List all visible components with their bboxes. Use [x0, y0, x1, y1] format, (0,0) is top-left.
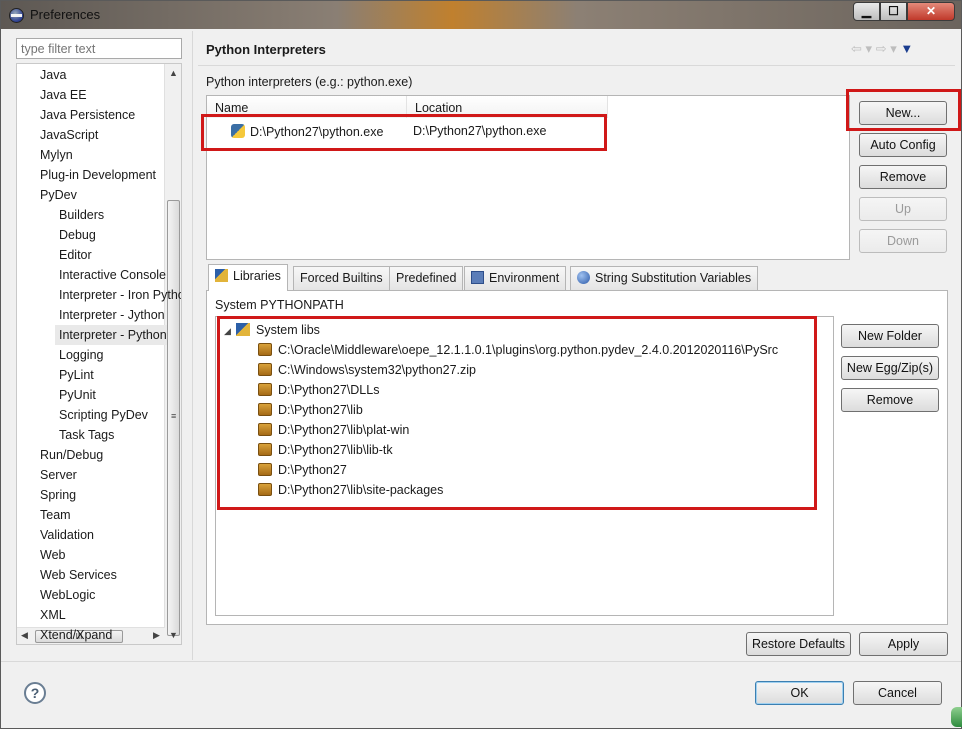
environment-icon: [471, 271, 484, 284]
title-bar[interactable]: Preferences ▁ ☐ ✕: [1, 1, 961, 29]
tree-item[interactable]: WebLogic: [36, 585, 95, 605]
tree-item[interactable]: PyDev: [36, 185, 77, 205]
help-icon[interactable]: ?: [24, 682, 46, 704]
apply-button[interactable]: Apply: [859, 632, 948, 656]
nav-toolbar: ⇦ ▾ ⇨ ▾ ▼: [851, 41, 913, 57]
tree-item[interactable]: PyUnit: [55, 385, 96, 405]
tree-item[interactable]: PyLint: [55, 365, 94, 385]
down-button[interactable]: Down: [859, 229, 947, 253]
tree-item[interactable]: Team: [36, 505, 71, 525]
back-arrow-icon[interactable]: ⇦: [851, 41, 862, 56]
variables-icon: [577, 271, 590, 284]
interpreters-label: Python interpreters (e.g.: python.exe): [206, 75, 413, 89]
tree-item[interactable]: Builders: [55, 205, 104, 225]
remove-interpreter-button[interactable]: Remove: [859, 165, 947, 189]
tree-item[interactable]: Task Tags: [55, 425, 114, 445]
scroll-down-icon[interactable]: ▼: [169, 630, 178, 640]
tree-item[interactable]: Scripting PyDev: [55, 405, 148, 425]
forward-menu-icon[interactable]: ▾: [890, 41, 897, 56]
pane-divider[interactable]: [192, 31, 193, 660]
forward-arrow-icon[interactable]: ⇨: [876, 41, 887, 56]
highlight-system-libs: [217, 316, 817, 510]
tree-item[interactable]: Java: [36, 65, 66, 85]
scroll-left-icon[interactable]: ◀: [21, 630, 28, 641]
ok-button[interactable]: OK: [755, 681, 844, 705]
tree-item[interactable]: Spring: [36, 485, 76, 505]
preferences-window: Preferences ▁ ☐ ✕ ▲ ≡ ▼ ◀ III ▶ JavaJava…: [0, 0, 962, 729]
tree-item[interactable]: Validation: [36, 525, 94, 545]
tree-item[interactable]: Web: [36, 545, 65, 565]
tab-label: String Substitution Variables: [595, 271, 752, 285]
new-egg-zip-button[interactable]: New Egg/Zip(s): [841, 356, 939, 380]
footer-divider: [1, 661, 961, 662]
scroll-up-icon[interactable]: ▲: [169, 68, 178, 78]
tab-forced-builtins[interactable]: Forced Builtins: [293, 266, 390, 290]
tree-item[interactable]: XML: [36, 605, 66, 625]
highlight-interpreter: [201, 114, 607, 151]
tree-vertical-scrollbar[interactable]: ▲ ≡ ▼: [164, 64, 181, 644]
tree-item[interactable]: Run/Debug: [36, 445, 103, 465]
minimize-button[interactable]: ▁: [853, 2, 880, 21]
tab-label: Environment: [489, 271, 560, 285]
highlight-new-button: [846, 89, 961, 131]
tab-libraries[interactable]: Libraries: [208, 264, 288, 291]
scroll-right-icon[interactable]: ▶: [153, 630, 160, 641]
preference-tree[interactable]: ▲ ≡ ▼ ◀ III ▶ Java Java EE Java Persistenc…: [16, 63, 182, 645]
tree-item[interactable]: JavaScript: [36, 125, 98, 145]
libraries-icon: [215, 269, 228, 282]
tree-item[interactable]: Web Services: [36, 565, 117, 585]
tree-item[interactable]: Server: [36, 465, 77, 485]
tree-item[interactable]: Interpreter - Iron Python: [55, 285, 181, 305]
scroll-thumb[interactable]: ≡: [167, 200, 180, 636]
tree-item[interactable]: Java EE: [36, 85, 87, 105]
tree-item[interactable]: Mylyn: [36, 145, 73, 165]
tab-string-substitution[interactable]: String Substitution Variables: [570, 266, 759, 290]
close-button[interactable]: ✕: [907, 2, 955, 21]
tree-item[interactable]: Logging: [55, 345, 104, 365]
tree-item[interactable]: Interpreter - Python: [55, 325, 167, 345]
header-divider: [198, 65, 955, 66]
tree-item[interactable]: Interpreter - Jython: [55, 305, 165, 325]
tab-predefined[interactable]: Predefined: [389, 266, 464, 290]
tree-item[interactable]: Editor: [55, 245, 92, 265]
new-folder-button[interactable]: New Folder: [841, 324, 939, 348]
tree-item[interactable]: Plug-in Development: [36, 165, 156, 185]
page-title: Python Interpreters: [206, 42, 326, 57]
eclipse-icon: [9, 8, 24, 23]
corner-widget: [951, 707, 962, 727]
tree-item[interactable]: Java Persistence: [36, 105, 135, 125]
maximize-button[interactable]: ☐: [880, 2, 907, 21]
tab-environment[interactable]: Environment: [464, 266, 567, 290]
remove-lib-button[interactable]: Remove: [841, 388, 939, 412]
restore-defaults-button[interactable]: Restore Defaults: [746, 632, 851, 656]
filter-input[interactable]: [16, 38, 182, 59]
view-menu-icon[interactable]: ▼: [900, 41, 913, 56]
tree-item[interactable]: Interactive Console: [55, 265, 166, 285]
pythonpath-label: System PYTHONPATH: [215, 298, 344, 312]
cancel-button[interactable]: Cancel: [853, 681, 942, 705]
up-button[interactable]: Up: [859, 197, 947, 221]
tree-item[interactable]: Xtend/Xpand: [36, 625, 112, 644]
back-menu-icon[interactable]: ▾: [866, 41, 873, 56]
window-title: Preferences: [30, 7, 101, 22]
tab-label: Libraries: [233, 269, 281, 283]
tree-item[interactable]: Debug: [55, 225, 96, 245]
auto-config-button[interactable]: Auto Config: [859, 133, 947, 157]
